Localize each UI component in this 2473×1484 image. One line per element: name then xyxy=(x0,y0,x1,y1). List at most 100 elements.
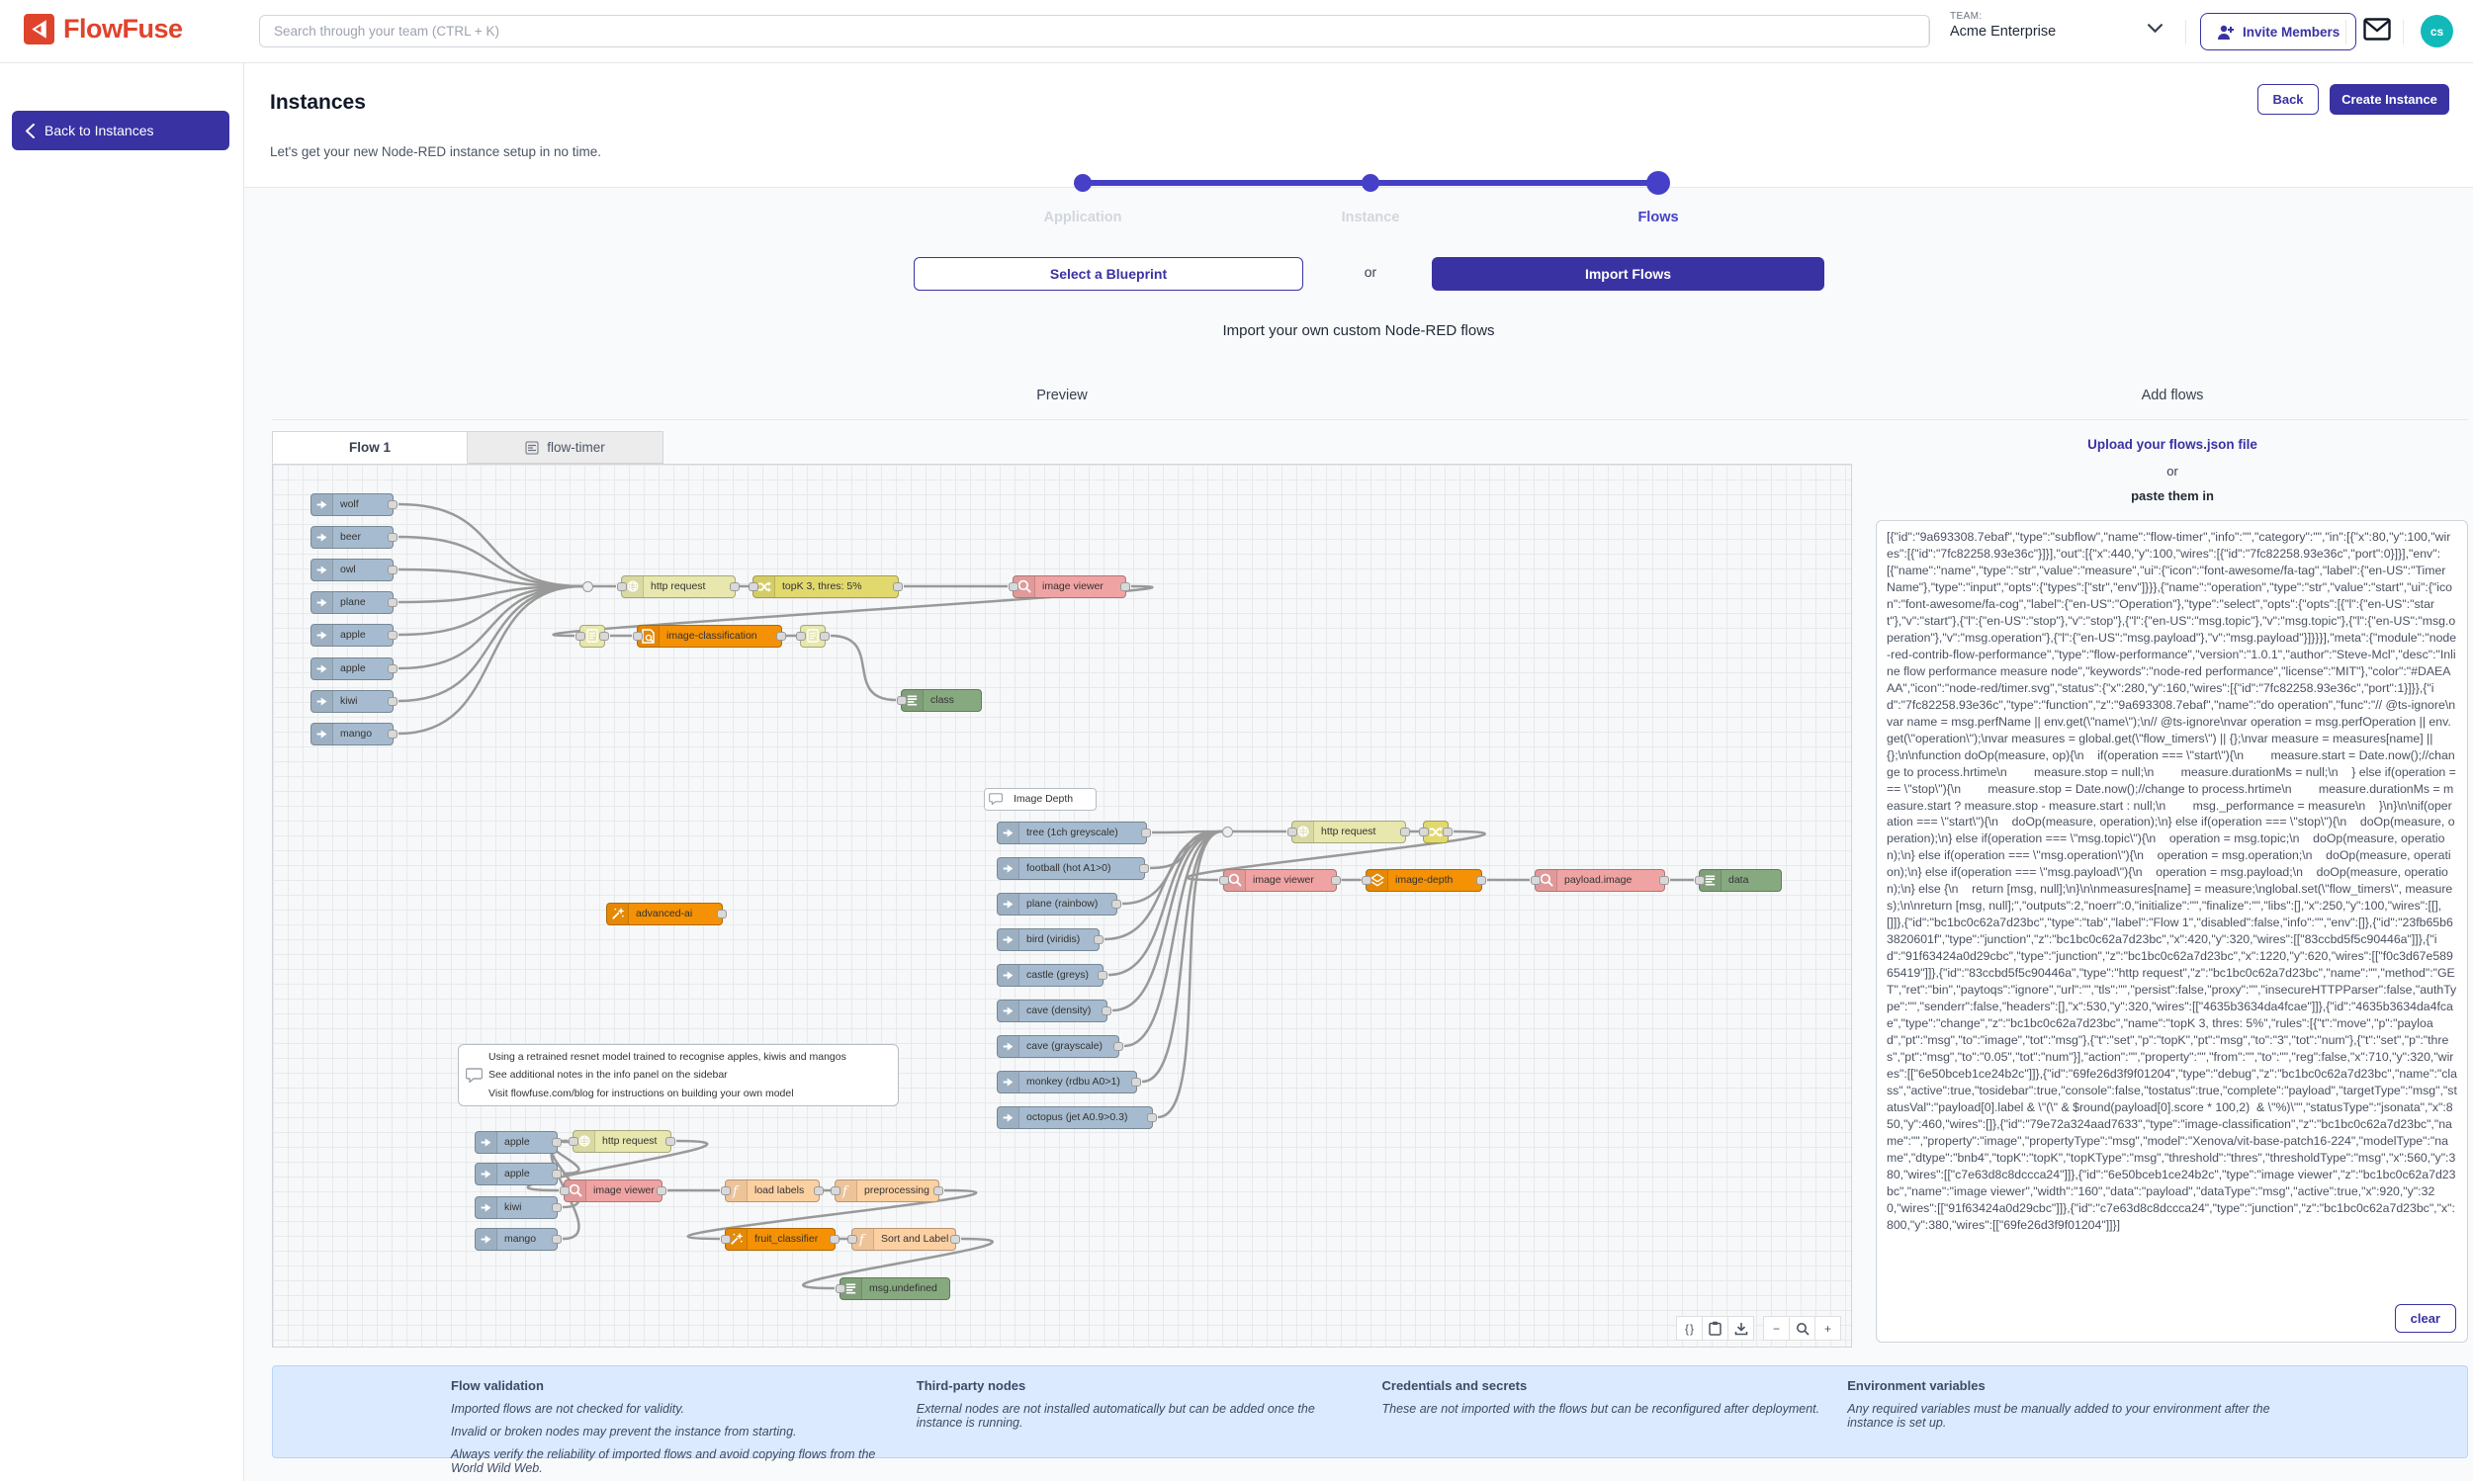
output-port[interactable] xyxy=(388,730,397,739)
flow-preview-canvas[interactable]: Using a retrained resnet model trained t… xyxy=(272,464,1852,1348)
output-port[interactable] xyxy=(717,910,727,918)
back-button[interactable]: Back xyxy=(2257,84,2319,115)
flow-node-advanced-ai[interactable]: advanced-ai xyxy=(606,903,723,925)
flow-node-image-depth[interactable]: image-depth xyxy=(1366,869,1482,892)
input-port[interactable] xyxy=(617,582,627,591)
flowfuse-logo[interactable]: FlowFuse xyxy=(24,14,183,44)
output-port[interactable] xyxy=(1102,1006,1111,1015)
flow-node-apple[interactable]: apple xyxy=(475,1131,558,1154)
output-port[interactable] xyxy=(1400,828,1410,836)
input-port[interactable] xyxy=(836,1284,845,1293)
output-port[interactable] xyxy=(814,1186,824,1195)
flow-node-msg.undefined[interactable]: msg.undefined xyxy=(839,1277,950,1300)
flow-node-preprocessing[interactable]: fpreprocessing xyxy=(835,1179,939,1202)
step-dot-application[interactable] xyxy=(1074,174,1092,192)
notifications-mail-icon[interactable] xyxy=(2363,18,2391,41)
input-port[interactable] xyxy=(749,582,758,591)
output-port[interactable] xyxy=(388,500,397,509)
flow-node-apple[interactable]: apple xyxy=(310,657,394,680)
output-port[interactable] xyxy=(552,1138,562,1147)
clipboard-icon[interactable] xyxy=(1702,1316,1728,1341)
output-port[interactable] xyxy=(830,1235,839,1244)
output-port[interactable] xyxy=(665,1137,675,1146)
output-port[interactable] xyxy=(820,632,830,641)
team-selector[interactable]: TEAM: Acme Enterprise xyxy=(1950,11,2056,40)
flow-node-class[interactable]: class xyxy=(901,689,982,712)
flow-node-http request[interactable]: http request xyxy=(573,1130,671,1153)
flow-node-data[interactable]: data xyxy=(1699,869,1782,892)
flow-node-image viewer[interactable]: image viewer xyxy=(564,1179,662,1202)
input-port[interactable] xyxy=(560,1186,570,1195)
flow-node-football (hot A1>0)[interactable]: football (hot A1>0) xyxy=(997,857,1145,880)
flow-node-image-classification[interactable]: image-classification xyxy=(637,625,782,648)
input-port[interactable] xyxy=(1695,876,1705,885)
import-flows-button[interactable]: Import Flows xyxy=(1432,257,1824,291)
flow-comment-box[interactable]: Using a retrained resnet model trained t… xyxy=(458,1044,899,1106)
output-port[interactable] xyxy=(1111,900,1121,909)
flow-node-sw2[interactable] xyxy=(1423,821,1449,843)
flow-node-bird (viridis)[interactable]: bird (viridis) xyxy=(997,928,1100,951)
flow-node-tree (1ch greyscale)[interactable]: tree (1ch greyscale) xyxy=(997,822,1147,844)
flow-node-kiwi[interactable]: kiwi xyxy=(475,1196,558,1219)
input-port[interactable] xyxy=(721,1235,731,1244)
output-port[interactable] xyxy=(552,1170,562,1178)
flows-json-textarea[interactable]: [{"id":"9a693308.7ebaf","type":"subflow"… xyxy=(1876,520,2468,1343)
flow-node-mango[interactable]: mango xyxy=(310,723,394,745)
output-port[interactable] xyxy=(1094,935,1104,944)
output-port[interactable] xyxy=(388,533,397,542)
output-port[interactable] xyxy=(1120,582,1130,591)
output-port[interactable] xyxy=(657,1186,666,1195)
input-port[interactable] xyxy=(1009,582,1018,591)
flow-node-plane[interactable]: plane xyxy=(310,591,394,614)
download-icon[interactable] xyxy=(1727,1316,1754,1341)
output-port[interactable] xyxy=(599,632,609,641)
flow-node-image viewer[interactable]: image viewer xyxy=(1223,869,1337,892)
output-port[interactable] xyxy=(388,664,397,673)
input-port[interactable] xyxy=(1531,876,1541,885)
step-dot-instance[interactable] xyxy=(1362,174,1379,192)
flow-node-wolf[interactable]: wolf xyxy=(310,493,394,516)
flow-node-http request[interactable]: http request xyxy=(621,575,736,598)
select-blueprint-button[interactable]: Select a Blueprint xyxy=(914,257,1303,291)
output-port[interactable] xyxy=(1659,876,1669,885)
output-port[interactable] xyxy=(950,1235,960,1244)
flow-node-monkey (rdbu A0>1)[interactable]: monkey (rdbu A0>1) xyxy=(997,1071,1137,1093)
zoom-reset-icon[interactable] xyxy=(1789,1316,1815,1341)
flow-node-small2[interactable] xyxy=(800,625,826,648)
tab-flow-timer[interactable]: flow-timer xyxy=(468,431,663,464)
output-port[interactable] xyxy=(388,697,397,706)
flow-node-image viewer[interactable]: image viewer xyxy=(1013,575,1126,598)
output-port[interactable] xyxy=(776,632,786,641)
output-port[interactable] xyxy=(1113,1042,1123,1051)
input-port[interactable] xyxy=(575,632,585,641)
input-port[interactable] xyxy=(897,696,907,705)
output-port[interactable] xyxy=(388,598,397,607)
flow-node-plane (rainbow)[interactable]: plane (rainbow) xyxy=(997,893,1117,916)
output-port[interactable] xyxy=(1131,1078,1141,1087)
flow-node-octopus (jet A0.9>0.3)[interactable]: octopus (jet A0.9>0.3) xyxy=(997,1106,1153,1129)
clear-button[interactable]: clear xyxy=(2395,1304,2456,1333)
output-port[interactable] xyxy=(388,566,397,574)
input-port[interactable] xyxy=(721,1186,731,1195)
tab-flow-1[interactable]: Flow 1 xyxy=(272,431,468,464)
output-port[interactable] xyxy=(1476,876,1486,885)
flow-junction[interactable] xyxy=(1222,827,1233,837)
flow-node-beer[interactable]: beer xyxy=(310,526,394,549)
flow-node-mango[interactable]: mango xyxy=(475,1228,558,1251)
input-port[interactable] xyxy=(1362,876,1371,885)
input-port[interactable] xyxy=(569,1137,578,1146)
input-port[interactable] xyxy=(1419,828,1429,836)
user-avatar[interactable]: cs xyxy=(2421,15,2453,47)
braces-icon[interactable]: { } xyxy=(1676,1316,1703,1341)
input-port[interactable] xyxy=(1287,828,1297,836)
input-port[interactable] xyxy=(796,632,806,641)
output-port[interactable] xyxy=(1331,876,1341,885)
output-port[interactable] xyxy=(388,631,397,640)
flow-node-Sort and Label[interactable]: fSort and Label xyxy=(851,1228,956,1251)
flow-node-apple[interactable]: apple xyxy=(475,1163,558,1185)
step-dot-flows[interactable] xyxy=(1646,171,1670,195)
output-port[interactable] xyxy=(552,1235,562,1244)
chevron-down-icon[interactable] xyxy=(2148,24,2163,34)
flow-node-cave (density)[interactable]: cave (density) xyxy=(997,1000,1107,1022)
back-to-instances-button[interactable]: Back to Instances xyxy=(12,111,229,150)
